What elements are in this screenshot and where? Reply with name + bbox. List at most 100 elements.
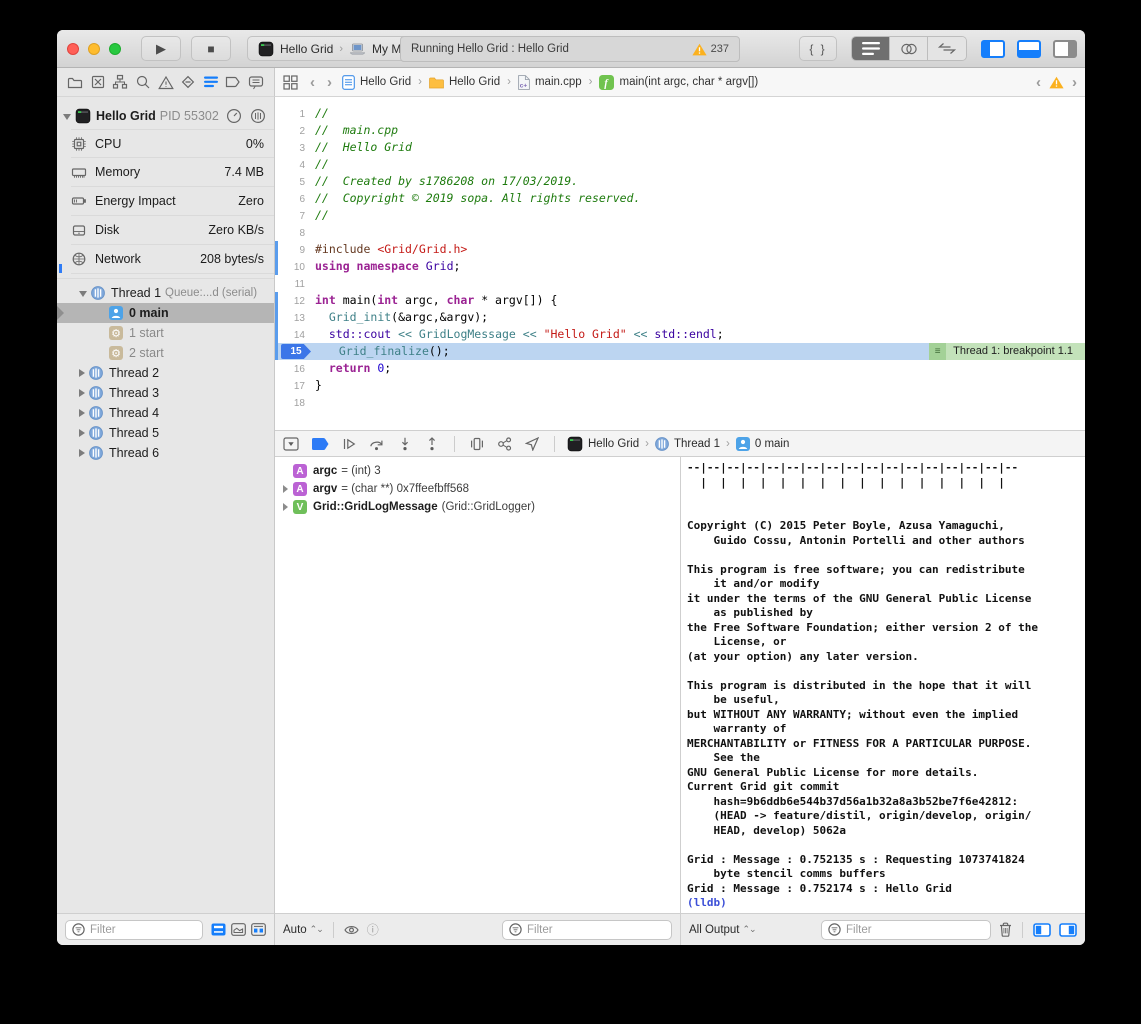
navigator-tab-scm[interactable] xyxy=(90,74,106,90)
navigator-tab-search[interactable] xyxy=(135,74,151,90)
thread-row[interactable]: Thread 4 xyxy=(57,403,274,423)
thread-row[interactable]: Thread 2 xyxy=(57,363,274,383)
navigator-tab-breakpoints[interactable] xyxy=(225,74,241,90)
code-line[interactable]: 5// Created by s1786208 on 17/03/2019. xyxy=(275,173,1085,190)
gauge-row-cpu[interactable]: CPU0% xyxy=(71,129,274,158)
debug-breadcrumb-item[interactable]: Thread 1 xyxy=(655,437,720,451)
db-stepinto-button[interactable] xyxy=(398,437,412,451)
related-items-icon[interactable] xyxy=(283,75,298,90)
navigator-tab-issues[interactable] xyxy=(158,75,174,90)
disclosure-triangle[interactable] xyxy=(79,291,87,297)
quicklook-icon[interactable] xyxy=(344,925,359,935)
thread-row[interactable]: Thread 1Queue:...d (serial) xyxy=(57,283,274,303)
code-line[interactable]: 14 std::cout << GridLogMessage << "Hello… xyxy=(275,326,1085,343)
show-console-toggle[interactable] xyxy=(1059,923,1077,937)
stack-frame-row[interactable]: 0 main xyxy=(57,303,274,323)
code-line[interactable]: 7// xyxy=(275,207,1085,224)
line-number[interactable]: 16 xyxy=(275,361,315,378)
navigator-toggle-button[interactable] xyxy=(981,40,1005,58)
line-number[interactable]: 4 xyxy=(275,157,315,174)
line-number[interactable]: 18 xyxy=(275,395,315,412)
navigator-tab-project[interactable] xyxy=(67,75,83,90)
db-stepover-button[interactable] xyxy=(369,437,385,451)
thread-row[interactable]: Thread 6 xyxy=(57,443,274,463)
close-button[interactable] xyxy=(67,43,79,55)
code-line[interactable]: 17} xyxy=(275,377,1085,394)
console-filter-field[interactable]: Filter xyxy=(821,920,991,940)
code-line[interactable]: 4// xyxy=(275,156,1085,173)
navigator-tab-debug[interactable] xyxy=(203,74,219,90)
stack-frame-row[interactable]: ⚙1 start xyxy=(57,323,274,343)
line-number[interactable]: 3 xyxy=(275,140,315,157)
version-editor-button[interactable] xyxy=(928,37,966,60)
db-location-button[interactable] xyxy=(525,437,539,451)
gauge-row-disk[interactable]: DiskZero KB/s xyxy=(71,216,274,245)
db-memgraph-button[interactable] xyxy=(497,437,512,451)
line-number[interactable]: 1 xyxy=(275,106,315,123)
line-number[interactable]: 8 xyxy=(275,225,315,242)
stop-button[interactable]: ■ xyxy=(191,36,231,61)
back-button[interactable]: ‹ xyxy=(310,74,315,91)
standard-editor-button[interactable] xyxy=(852,37,890,60)
thread-row[interactable]: Thread 5 xyxy=(57,423,274,443)
line-number[interactable]: 12 xyxy=(275,293,315,310)
assistant-editor-button[interactable] xyxy=(890,37,928,60)
disclosure-triangle[interactable] xyxy=(283,485,293,493)
code-line[interactable]: 15 Grid_finalize();≡Thread 1: breakpoint… xyxy=(275,343,1085,360)
clear-console-button[interactable] xyxy=(999,922,1012,937)
navigator-tab-reports[interactable] xyxy=(248,75,264,90)
line-number[interactable]: 2 xyxy=(275,123,315,140)
navigator-tab-symbols[interactable] xyxy=(112,74,128,90)
gauge-row-network[interactable]: Network208 bytes/s xyxy=(71,245,274,274)
code-line[interactable]: 16 return 0; xyxy=(275,360,1085,377)
navigator-filter-field[interactable]: Filter xyxy=(65,920,203,940)
code-line[interactable]: 3// Hello Grid xyxy=(275,139,1085,156)
inspector-toggle-button[interactable] xyxy=(1053,40,1077,58)
disclosure-triangle[interactable] xyxy=(79,369,85,377)
navigator-tab-tests[interactable] xyxy=(180,74,196,90)
code-line[interactable]: 6// Copyright © 2019 sopa. All rights re… xyxy=(275,190,1085,207)
library-button[interactable]: { } xyxy=(799,36,837,61)
code-line[interactable]: 9#include <Grid/Grid.h> xyxy=(275,241,1085,258)
breadcrumb-item[interactable]: Hello Grid xyxy=(429,76,500,89)
line-number[interactable]: 6 xyxy=(275,191,315,208)
minimize-button[interactable] xyxy=(88,43,100,55)
line-number[interactable]: 5 xyxy=(275,174,315,191)
disclosure-triangle[interactable] xyxy=(79,449,85,457)
forward-button[interactable]: › xyxy=(327,74,332,91)
disclosure-triangle[interactable] xyxy=(63,114,71,120)
code-line[interactable]: 2// main.cpp xyxy=(275,122,1085,139)
breadcrumb-item[interactable]: Hello Grid xyxy=(342,75,411,90)
variables-scope-popup[interactable]: Auto ⌃⌄ xyxy=(283,924,323,936)
breadcrumb-item[interactable]: c+main.cpp xyxy=(518,75,582,90)
process-row[interactable]: Hello Grid PID 55302 xyxy=(57,103,274,129)
run-button[interactable]: ▶ xyxy=(141,36,181,61)
line-number[interactable]: 10 xyxy=(275,259,315,276)
disclosure-triangle[interactable] xyxy=(283,503,293,511)
line-number[interactable]: 7 xyxy=(275,208,315,225)
warning-counter[interactable]: 237 xyxy=(692,43,729,56)
console-scope-popup[interactable]: All Output ⌃⌄ xyxy=(689,924,756,936)
breakpoint-badge[interactable]: 15 xyxy=(281,344,311,359)
gauges-toggle-icon[interactable] xyxy=(226,108,242,124)
code-line[interactable]: 1// xyxy=(275,105,1085,122)
stack-frame-row[interactable]: ⚙2 start xyxy=(57,343,274,363)
variable-row[interactable]: Aargv= (char **) 0x7ffeefbff568 xyxy=(275,480,680,498)
line-number[interactable]: 13 xyxy=(275,310,315,327)
debug-area-toggle-button[interactable] xyxy=(1017,40,1041,58)
zoom-button[interactable] xyxy=(109,43,121,55)
filter-scope-3-icon[interactable] xyxy=(251,923,266,936)
debug-breadcrumb-item[interactable]: 0 main xyxy=(736,437,790,451)
code-line[interactable]: 11 xyxy=(275,275,1085,292)
code-line[interactable]: 12int main(int argc, char * argv[]) { xyxy=(275,292,1085,309)
code-line[interactable]: 13 Grid_init(&argc,&argv); xyxy=(275,309,1085,326)
debug-breadcrumb-item[interactable]: Hello Grid xyxy=(567,436,639,452)
console-output[interactable]: --|--|--|--|--|--|--|--|--|--|--|--|--|-… xyxy=(680,457,1085,913)
thread-row[interactable]: Thread 3 xyxy=(57,383,274,403)
filter-scope-1-icon[interactable] xyxy=(211,923,226,936)
gauge-row-memory[interactable]: Memory7.4 MB xyxy=(71,158,274,187)
db-stepout-button[interactable] xyxy=(425,437,439,451)
view-mode-icon[interactable] xyxy=(250,108,266,124)
gauge-row-energy-impact[interactable]: Energy ImpactZero xyxy=(71,187,274,216)
breakpoint-annotation[interactable]: ≡Thread 1: breakpoint 1.1 xyxy=(929,343,1085,360)
